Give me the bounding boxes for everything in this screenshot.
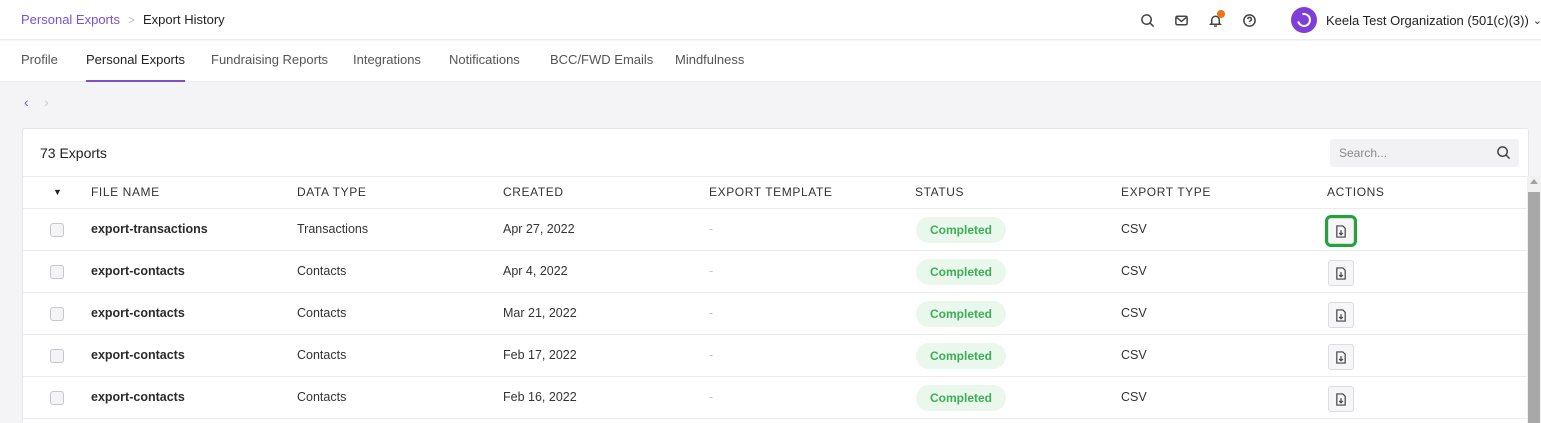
file-name[interactable]: export-contacts — [91, 251, 185, 292]
column-data-type[interactable]: DATA TYPE — [297, 177, 366, 208]
search-box — [1330, 139, 1519, 167]
forward-arrow-icon[interactable]: › — [44, 94, 64, 110]
breadcrumb-separator: > — [128, 12, 136, 27]
table-header: ▼ FILE NAME DATA TYPE CREATED EXPORT TEM… — [23, 176, 1528, 209]
tab-bcc-fwd-emails[interactable]: BCC/FWD Emails — [550, 41, 653, 82]
export-type: CSV — [1121, 222, 1147, 236]
row-checkbox[interactable] — [50, 349, 64, 363]
status-badge: Completed — [916, 385, 1006, 411]
export-template: - — [709, 306, 714, 320]
data-type: Contacts — [297, 348, 347, 362]
exports-card: 73 Exports ▼ FILE NAME DATA TYPE CREATED… — [22, 128, 1529, 423]
download-file-icon — [1336, 392, 1346, 406]
table-scrollbar[interactable] — [1527, 176, 1541, 423]
tab-fundraising-reports[interactable]: Fundraising Reports — [211, 41, 328, 82]
download-button[interactable] — [1328, 386, 1354, 412]
breadcrumb: Personal Exports > Export History — [21, 12, 225, 27]
bell-icon[interactable] — [1198, 0, 1232, 40]
column-actions: ACTIONS — [1327, 185, 1385, 199]
file-name[interactable]: export-transactions — [91, 209, 208, 250]
breadcrumb-personal-exports[interactable]: Personal Exports — [21, 12, 120, 27]
status-badge: Completed — [916, 343, 1006, 369]
table-row: export-contacts Contacts Feb 17, 2022 - … — [23, 335, 1528, 377]
org-name: Keela Test Organization (501(c)(3)) — [1326, 12, 1529, 28]
created-date: Apr 4, 2022 — [503, 264, 568, 278]
file-name[interactable]: export-contacts — [91, 377, 185, 418]
created-date: Feb 16, 2022 — [503, 390, 577, 404]
search-input[interactable] — [1330, 139, 1480, 167]
column-created[interactable]: CREATED — [503, 177, 564, 208]
search-icon[interactable] — [1496, 145, 1511, 160]
created-date: Mar 21, 2022 — [503, 306, 577, 320]
file-name[interactable]: export-contacts — [91, 293, 185, 334]
column-export-type[interactable]: EXPORT TYPE — [1121, 177, 1211, 208]
column-status[interactable]: STATUS — [915, 177, 964, 208]
download-file-icon — [1336, 224, 1346, 238]
export-template: - — [709, 390, 714, 404]
download-file-icon — [1336, 350, 1346, 364]
row-checkbox[interactable] — [50, 391, 64, 405]
table-row: export-contacts Contacts Apr 4, 2022 - C… — [23, 251, 1528, 293]
status-badge: Completed — [916, 259, 1006, 285]
mail-icon[interactable] — [1164, 0, 1198, 40]
download-file-icon — [1336, 308, 1346, 322]
table-row: export-contacts Contacts Mar 21, 2022 - … — [23, 293, 1528, 335]
status-badge: Completed — [916, 301, 1006, 327]
tab-notifications[interactable]: Notifications — [449, 41, 520, 82]
notification-dot — [1217, 10, 1225, 18]
table-row: export-contacts Contacts Feb 16, 2022 - … — [23, 377, 1528, 419]
table-row: export-transactions Transactions Apr 27,… — [23, 209, 1528, 251]
row-checkbox[interactable] — [50, 265, 64, 279]
tab-profile[interactable]: Profile — [21, 41, 58, 82]
download-button[interactable] — [1328, 302, 1354, 328]
tab-mindfulness[interactable]: Mindfulness — [675, 41, 744, 82]
column-file-name[interactable]: FILE NAME — [91, 177, 160, 208]
created-date: Feb 17, 2022 — [503, 348, 577, 362]
download-file-icon — [1336, 266, 1346, 280]
settings-tabs: Profile Personal Exports Fundraising Rep… — [0, 41, 1541, 82]
download-button[interactable] — [1325, 215, 1357, 247]
export-type: CSV — [1121, 264, 1147, 278]
scroll-up-arrow-icon[interactable] — [1530, 179, 1538, 184]
export-type: CSV — [1121, 348, 1147, 362]
back-arrow-icon[interactable]: ‹ — [24, 94, 44, 110]
download-button[interactable] — [1328, 344, 1354, 370]
export-template: - — [709, 264, 714, 278]
org-logo-avatar — [1291, 7, 1317, 33]
status-badge: Completed — [916, 217, 1006, 243]
column-export-template[interactable]: EXPORT TEMPLATE — [709, 177, 832, 208]
download-button[interactable] — [1328, 260, 1354, 286]
select-all-caret-icon[interactable]: ▼ — [53, 177, 62, 208]
breadcrumb-current: Export History — [143, 12, 225, 27]
export-template: - — [709, 222, 714, 236]
data-type: Contacts — [297, 264, 347, 278]
header-icons — [1130, 0, 1266, 40]
tab-integrations[interactable]: Integrations — [353, 41, 421, 82]
data-type: Contacts — [297, 306, 347, 320]
search-icon[interactable] — [1130, 0, 1164, 40]
pager-arrows: ‹ › — [24, 94, 64, 110]
row-checkbox[interactable] — [50, 307, 64, 321]
export-type: CSV — [1121, 306, 1147, 320]
help-icon[interactable] — [1232, 0, 1266, 40]
tab-personal-exports[interactable]: Personal Exports — [86, 41, 185, 82]
exports-count: 73 Exports — [40, 145, 107, 161]
scroll-thumb[interactable] — [1528, 192, 1540, 423]
data-type: Contacts — [297, 390, 347, 404]
export-template: - — [709, 348, 714, 362]
org-switcher[interactable]: Keela Test Organization (501(c)(3)) ⌄ — [1291, 0, 1541, 40]
chevron-down-icon: ⌄ — [1532, 14, 1541, 27]
top-bar: Personal Exports > Export History Keela … — [0, 0, 1541, 40]
export-type: CSV — [1121, 390, 1147, 404]
created-date: Apr 27, 2022 — [503, 222, 575, 236]
data-type: Transactions — [297, 222, 369, 236]
file-name[interactable]: export-contacts — [91, 335, 185, 376]
row-checkbox[interactable] — [50, 223, 64, 237]
